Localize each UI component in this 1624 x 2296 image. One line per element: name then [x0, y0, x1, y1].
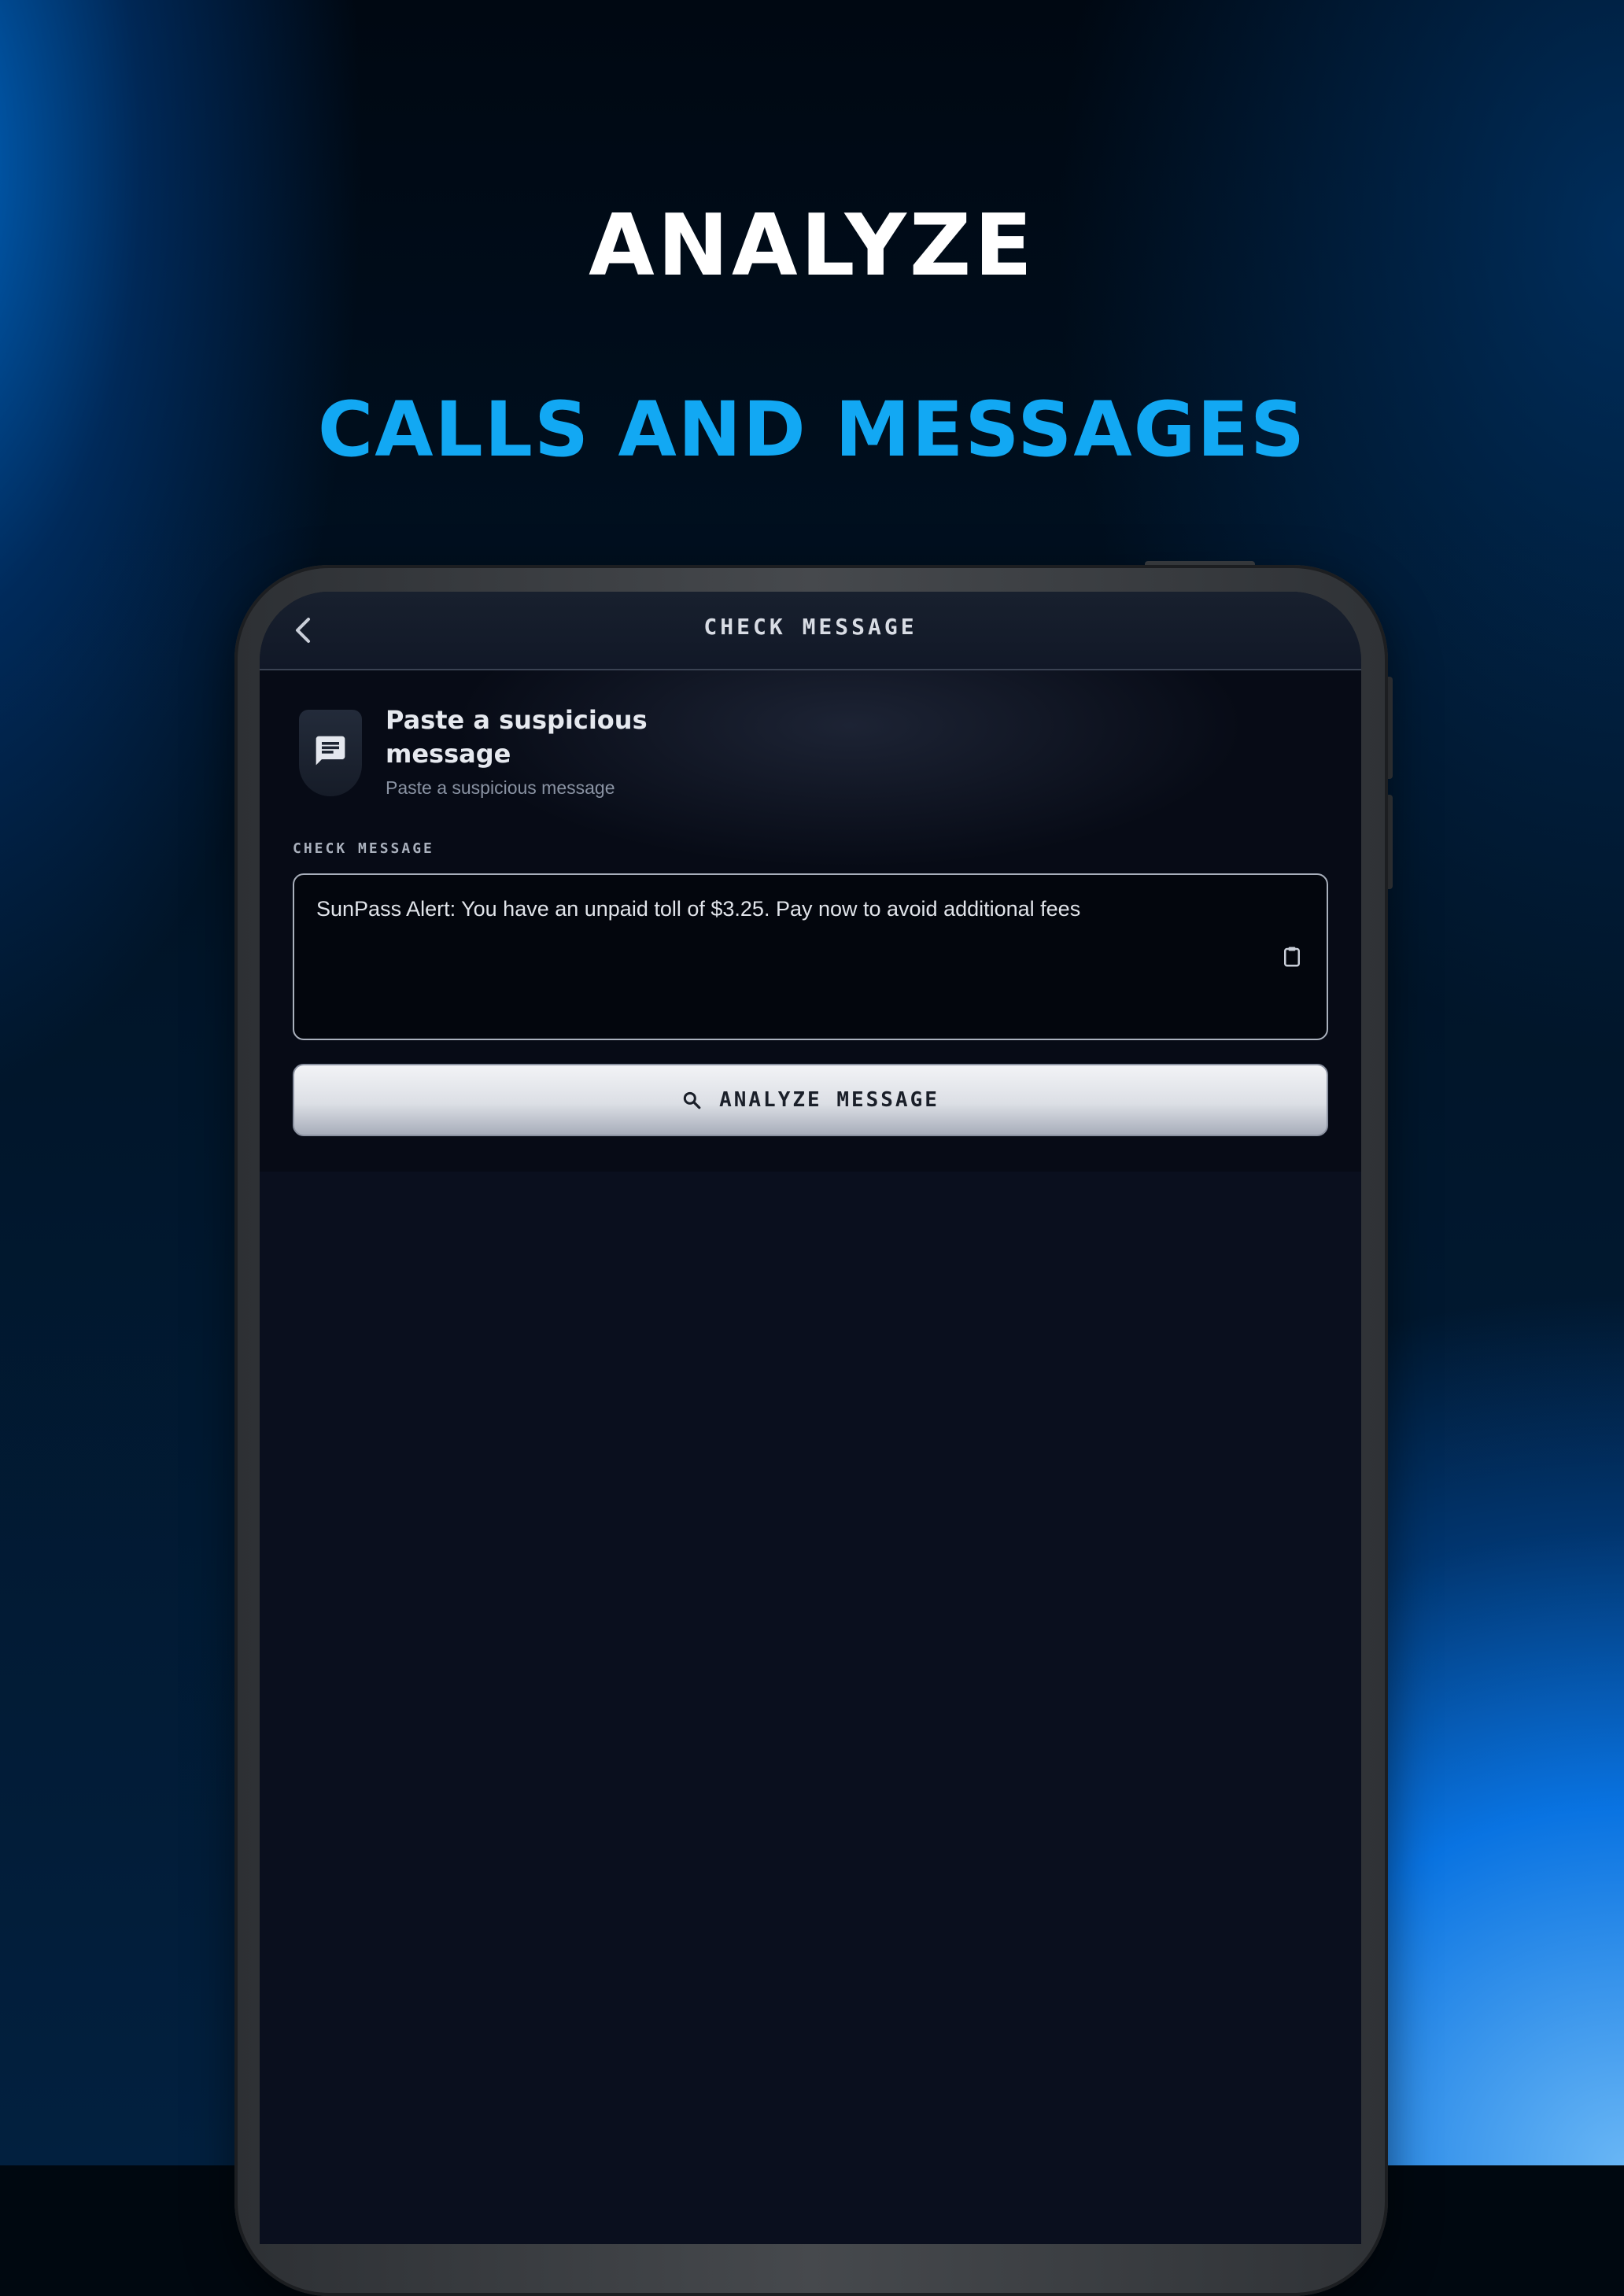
page-title: CHECK MESSAGE [703, 614, 917, 640]
search-icon [683, 1091, 701, 1109]
intro-subtitle: Paste a suspicious message [386, 777, 615, 798]
message-input[interactable]: SunPass Alert: You have an unpaid toll o… [293, 873, 1328, 1040]
message-field-label: CHECK MESSAGE [293, 840, 434, 857]
paste-button[interactable] [1278, 943, 1306, 971]
intro-title: Paste a suspicious message [386, 705, 648, 769]
message-icon [316, 736, 345, 766]
app-header: CHECK MESSAGE [260, 592, 1361, 670]
intro-badge [299, 710, 362, 796]
check-message-panel: Paste a suspicious message Paste a suspi… [260, 670, 1361, 1172]
clipboard-icon [1284, 947, 1300, 967]
promo-headline-primary: ANALYZE [589, 197, 1035, 295]
analyze-message-label: ANALYZE MESSAGE [719, 1088, 939, 1112]
promo-headline-secondary: CALLS AND MESSAGES [317, 386, 1307, 474]
analyze-message-button[interactable]: ANALYZE MESSAGE [293, 1064, 1328, 1136]
message-input-value: SunPass Alert: You have an unpaid toll o… [316, 897, 1081, 921]
device-screen: CHECK MESSAGE Paste a suspicious message… [260, 592, 1361, 2244]
